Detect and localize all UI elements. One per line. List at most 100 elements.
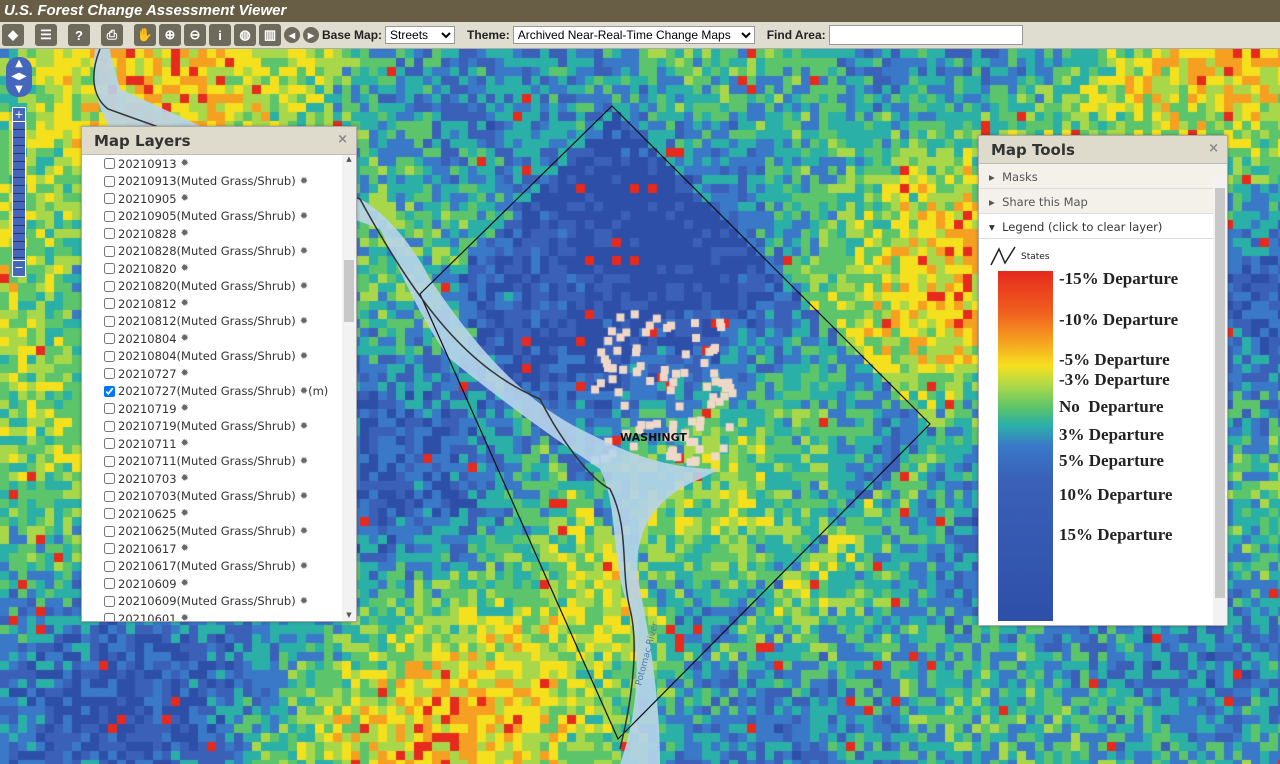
- gear-icon[interactable]: ✹: [181, 158, 189, 169]
- section-share-map[interactable]: ▸ Share this Map: [979, 189, 1227, 214]
- layer-item[interactable]: 20210727 ✹: [104, 365, 342, 383]
- layer-checkbox[interactable]: [104, 455, 115, 467]
- layer-checkbox[interactable]: [104, 508, 115, 520]
- gear-icon[interactable]: ✹: [300, 386, 308, 397]
- zoom-in-icon[interactable]: ⊕: [159, 24, 181, 46]
- layer-checkbox[interactable]: [104, 210, 115, 222]
- layer-item[interactable]: 20210617 ✹: [104, 540, 342, 558]
- gear-icon[interactable]: ✹: [181, 613, 189, 621]
- gear-icon[interactable]: ✹: [300, 526, 308, 537]
- scrollbar[interactable]: [1213, 176, 1227, 625]
- layer-item[interactable]: 20210905(Muted Grass/Shrub) ✹: [104, 208, 342, 226]
- find-area-input[interactable]: [828, 25, 1023, 45]
- layer-item[interactable]: 20210601 ✹: [104, 610, 342, 621]
- layer-item[interactable]: 20210812(Muted Grass/Shrub) ✹: [104, 313, 342, 331]
- layer-item[interactable]: 20210913(Muted Grass/Shrub) ✹: [104, 173, 342, 191]
- print-icon[interactable]: ⎙: [101, 24, 123, 46]
- section-legend[interactable]: ▾ Legend (click to clear layer): [979, 214, 1227, 239]
- layer-checkbox[interactable]: [104, 613, 115, 621]
- layer-item[interactable]: 20210828(Muted Grass/Shrub) ✹: [104, 243, 342, 261]
- gear-icon[interactable]: ✹: [300, 211, 308, 222]
- scrollbar[interactable]: ▲ ▼: [342, 155, 356, 621]
- layer-item[interactable]: 20210625(Muted Grass/Shrub) ✹: [104, 523, 342, 541]
- gear-icon[interactable]: ✹: [300, 456, 308, 467]
- layer-item[interactable]: 20210820 ✹: [104, 260, 342, 278]
- layer-checkbox[interactable]: [104, 263, 115, 275]
- layer-item[interactable]: 20210711 ✹: [104, 435, 342, 453]
- layer-checkbox[interactable]: [104, 595, 115, 607]
- layer-checkbox[interactable]: [104, 315, 115, 327]
- layer-checkbox[interactable]: [104, 158, 115, 170]
- gear-icon[interactable]: ✹: [181, 578, 189, 589]
- layer-checkbox[interactable]: [104, 280, 115, 292]
- layer-item[interactable]: 20210719(Muted Grass/Shrub) ✹: [104, 418, 342, 436]
- layers-icon[interactable]: ◆: [2, 24, 24, 46]
- chart-icon[interactable]: ▥: [259, 24, 281, 46]
- layer-checkbox[interactable]: [104, 193, 115, 205]
- help-icon[interactable]: ?: [68, 24, 90, 46]
- identify-icon[interactable]: i: [209, 24, 231, 46]
- gear-icon[interactable]: ✹: [181, 438, 189, 449]
- gear-icon[interactable]: ✹: [300, 281, 308, 292]
- theme-select[interactable]: Archived Near-Real-Time Change Maps: [512, 26, 755, 44]
- layer-checkbox[interactable]: [104, 525, 115, 537]
- layer-item[interactable]: 20210727(Muted Grass/Shrub) ✹ (m): [104, 383, 342, 401]
- gear-icon[interactable]: ✹: [300, 176, 308, 187]
- gear-icon[interactable]: ✹: [181, 263, 189, 274]
- layer-checkbox[interactable]: [104, 473, 115, 485]
- layer-checkbox[interactable]: [104, 350, 115, 362]
- layer-checkbox[interactable]: [104, 490, 115, 502]
- layer-item[interactable]: 20210703 ✹: [104, 470, 342, 488]
- list-icon[interactable]: ☰: [35, 24, 57, 46]
- pan-control[interactable]: ▲ ◀▶ ▼: [6, 57, 32, 97]
- layer-checkbox[interactable]: [104, 578, 115, 590]
- gear-icon[interactable]: ✹: [181, 368, 189, 379]
- layer-item[interactable]: 20210617(Muted Grass/Shrub) ✹: [104, 558, 342, 576]
- gear-icon[interactable]: ✹: [181, 473, 189, 484]
- layer-checkbox[interactable]: [104, 228, 115, 240]
- section-masks[interactable]: ▸ Masks: [979, 164, 1227, 189]
- base-map-select[interactable]: Streets: [385, 26, 456, 44]
- layer-item[interactable]: 20210609(Muted Grass/Shrub) ✹: [104, 593, 342, 611]
- layer-item[interactable]: 20210703(Muted Grass/Shrub) ✹: [104, 488, 342, 506]
- legend[interactable]: States -15% Departure -10% Departure -5% D…: [979, 239, 1213, 625]
- gear-icon[interactable]: ✹: [300, 246, 308, 257]
- layer-checkbox[interactable]: [104, 333, 115, 345]
- layer-checkbox[interactable]: [104, 560, 115, 572]
- layer-item[interactable]: 20210905 ✹: [104, 190, 342, 208]
- layer-item[interactable]: 20210719 ✹: [104, 400, 342, 418]
- pan-icon[interactable]: ✋: [134, 24, 156, 46]
- layer-item[interactable]: 20210812 ✹: [104, 295, 342, 313]
- layer-checkbox[interactable]: [104, 385, 115, 397]
- layer-checkbox[interactable]: [104, 438, 115, 450]
- layer-checkbox[interactable]: [104, 175, 115, 187]
- layer-item[interactable]: 20210711(Muted Grass/Shrub) ✹: [104, 453, 342, 471]
- gear-icon[interactable]: ✹: [300, 491, 308, 502]
- layer-item[interactable]: 20210609 ✹: [104, 575, 342, 593]
- layer-checkbox[interactable]: [104, 420, 115, 432]
- gear-icon[interactable]: ✹: [181, 333, 189, 344]
- gear-icon[interactable]: ✹: [181, 193, 189, 204]
- gear-icon[interactable]: ✹: [181, 543, 189, 554]
- gear-icon[interactable]: ✹: [181, 298, 189, 309]
- zoom-out-icon[interactable]: ⊖: [184, 24, 206, 46]
- gear-icon[interactable]: ✹: [181, 403, 189, 414]
- gear-icon[interactable]: ✹: [181, 508, 189, 519]
- layer-item[interactable]: 20210804(Muted Grass/Shrub) ✹: [104, 348, 342, 366]
- gear-icon[interactable]: ✹: [300, 421, 308, 432]
- layer-item[interactable]: 20210820(Muted Grass/Shrub) ✹: [104, 278, 342, 296]
- layer-item[interactable]: 20210804 ✹: [104, 330, 342, 348]
- gear-icon[interactable]: ✹: [300, 561, 308, 572]
- close-icon[interactable]: ×: [337, 132, 348, 147]
- previous-extent-icon[interactable]: ◀: [284, 27, 300, 43]
- layer-checkbox[interactable]: [104, 298, 115, 310]
- layer-checkbox[interactable]: [104, 368, 115, 380]
- zoom-slider[interactable]: + −: [12, 107, 26, 277]
- close-icon[interactable]: ×: [1208, 141, 1219, 156]
- layer-item[interactable]: 20210625 ✹: [104, 505, 342, 523]
- globe-icon[interactable]: ◍: [234, 24, 256, 46]
- layer-checkbox[interactable]: [104, 245, 115, 257]
- layer-item[interactable]: 20210913 ✹: [104, 155, 342, 173]
- layer-item[interactable]: 20210828 ✹: [104, 225, 342, 243]
- gear-icon[interactable]: ✹: [181, 228, 189, 239]
